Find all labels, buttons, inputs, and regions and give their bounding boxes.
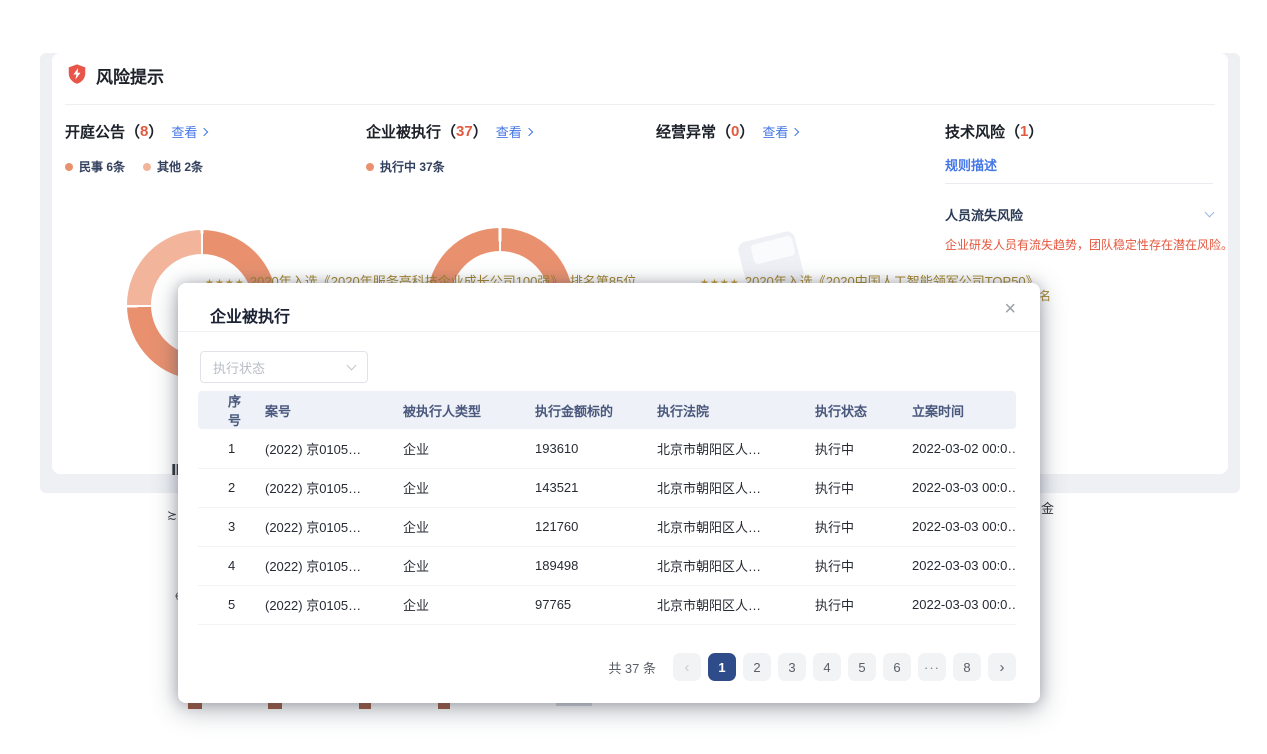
enforcement-modal: 企业被执行 × 执行状态 序号 案号 被执行人类型 执行金额标的 执行法院 执行… bbox=[178, 283, 1040, 703]
arrow-right-icon bbox=[791, 127, 799, 135]
modal-title: 企业被执行 bbox=[210, 303, 290, 327]
divider bbox=[945, 183, 1213, 184]
pagination-page-button[interactable]: 5 bbox=[848, 653, 876, 681]
section-abnormal-operation: 经营异常 （ 0 ） 查看 bbox=[656, 121, 798, 142]
table-header-row: 序号 案号 被执行人类型 执行金额标的 执行法院 执行状态 立案时间 bbox=[198, 391, 1016, 429]
view-link-abnormal[interactable]: 查看 bbox=[762, 122, 798, 141]
divider bbox=[178, 331, 1040, 332]
section-count: 1 bbox=[1020, 123, 1028, 140]
legend-item: 民事 6条 bbox=[65, 158, 125, 175]
table-row: 4(2022) 京0105…企业189498北京市朝阳区人…执行中2022-03… bbox=[198, 546, 1016, 585]
legend-dot-icon bbox=[143, 163, 151, 171]
arrow-right-icon bbox=[525, 127, 533, 135]
legend-enforcement: 执行中 37条 bbox=[366, 158, 445, 175]
pagination-page-button[interactable]: 6 bbox=[883, 653, 911, 681]
occluded-text-fragment: ≿ bbox=[167, 508, 177, 522]
view-link-enforcement[interactable]: 查看 bbox=[496, 122, 532, 141]
section-court-announcement: 开庭公告 （ 8 ） 查看 bbox=[65, 121, 207, 142]
table-row: 1(2022) 京0105…企业193610北京市朝阳区人…执行中2022-03… bbox=[198, 429, 1016, 468]
chevron-down-icon[interactable] bbox=[1205, 208, 1215, 218]
occluded-text-fragment: 金 bbox=[1041, 498, 1054, 517]
pagination-page-button[interactable]: 3 bbox=[778, 653, 806, 681]
arrow-right-icon bbox=[200, 127, 208, 135]
page-title: 风险提示 bbox=[96, 63, 164, 88]
execution-status-select[interactable]: 执行状态 bbox=[200, 351, 368, 383]
header-divider bbox=[65, 104, 1215, 105]
pagination-ellipsis-button[interactable]: ··· bbox=[918, 653, 946, 681]
section-enforcement: 企业被执行 （ 37 ） 查看 bbox=[366, 121, 532, 142]
table-row: 3(2022) 京0105…企业121760北京市朝阳区人…执行中2022-03… bbox=[198, 507, 1016, 546]
pagination-page-button[interactable]: 4 bbox=[813, 653, 841, 681]
col-header: 案号 bbox=[253, 391, 391, 429]
legend-item: 执行中 37条 bbox=[366, 158, 445, 175]
shield-risk-icon bbox=[66, 63, 88, 85]
section-title: 开庭公告 bbox=[65, 121, 125, 142]
legend-dot-icon bbox=[65, 163, 73, 171]
section-count: 37 bbox=[456, 123, 473, 140]
pagination-page-button[interactable]: 8 bbox=[953, 653, 981, 681]
col-header: 立案时间 bbox=[900, 391, 1016, 429]
risk-detail-text: 企业研发人员有流失趋势，团队稳定性存在潜在风险。 bbox=[945, 236, 1233, 255]
col-header: 执行状态 bbox=[803, 391, 900, 429]
pagination: 共 37 条 ‹ 1 2 3 4 5 6 ··· 8 › bbox=[198, 653, 1016, 681]
pagination-page-button[interactable]: 2 bbox=[743, 653, 771, 681]
enforcement-table: 序号 案号 被执行人类型 执行金额标的 执行法院 执行状态 立案时间 1(202… bbox=[198, 391, 1016, 625]
close-icon[interactable]: × bbox=[1000, 295, 1020, 323]
view-link-court[interactable]: 查看 bbox=[171, 122, 207, 141]
occluded-text-fragment: 名 bbox=[1039, 287, 1051, 304]
col-header: 执行法院 bbox=[645, 391, 803, 429]
pagination-total: 共 37 条 bbox=[608, 658, 656, 677]
table-row: 5(2022) 京0105…企业97765北京市朝阳区人…执行中2022-03-… bbox=[198, 585, 1016, 624]
pagination-page-button[interactable]: 1 bbox=[708, 653, 736, 681]
page: 风险提示 开庭公告 （ 8 ） 查看 民事 6条 其他 2条 企业被执行 （ 3… bbox=[0, 0, 1267, 754]
section-title: 经营异常 bbox=[656, 121, 716, 142]
col-header: 执行金额标的 bbox=[523, 391, 645, 429]
section-title: 技术风险 bbox=[945, 121, 1005, 142]
col-header: 被执行人类型 bbox=[391, 391, 523, 429]
section-count: 8 bbox=[140, 123, 148, 140]
legend-court: 民事 6条 其他 2条 bbox=[65, 158, 203, 175]
risk-collapse-row[interactable]: 人员流失风险 bbox=[945, 205, 1213, 224]
col-header: 序号 bbox=[198, 391, 253, 429]
rule-description-link[interactable]: 规则描述 bbox=[945, 155, 997, 174]
legend-dot-icon bbox=[366, 163, 374, 171]
table-row: 2(2022) 京0105…企业143521北京市朝阳区人…执行中2022-03… bbox=[198, 468, 1016, 507]
pagination-prev-button[interactable]: ‹ bbox=[673, 653, 701, 681]
section-title: 企业被执行 bbox=[366, 121, 441, 142]
section-tech-risk: 技术风险 （ 1 ） bbox=[945, 121, 1043, 142]
risk-name: 人员流失风险 bbox=[945, 205, 1023, 224]
legend-item: 其他 2条 bbox=[143, 158, 203, 175]
pagination-next-button[interactable]: › bbox=[988, 653, 1016, 681]
chevron-down-icon bbox=[347, 361, 357, 371]
select-placeholder: 执行状态 bbox=[213, 358, 265, 377]
section-count: 0 bbox=[731, 123, 739, 140]
